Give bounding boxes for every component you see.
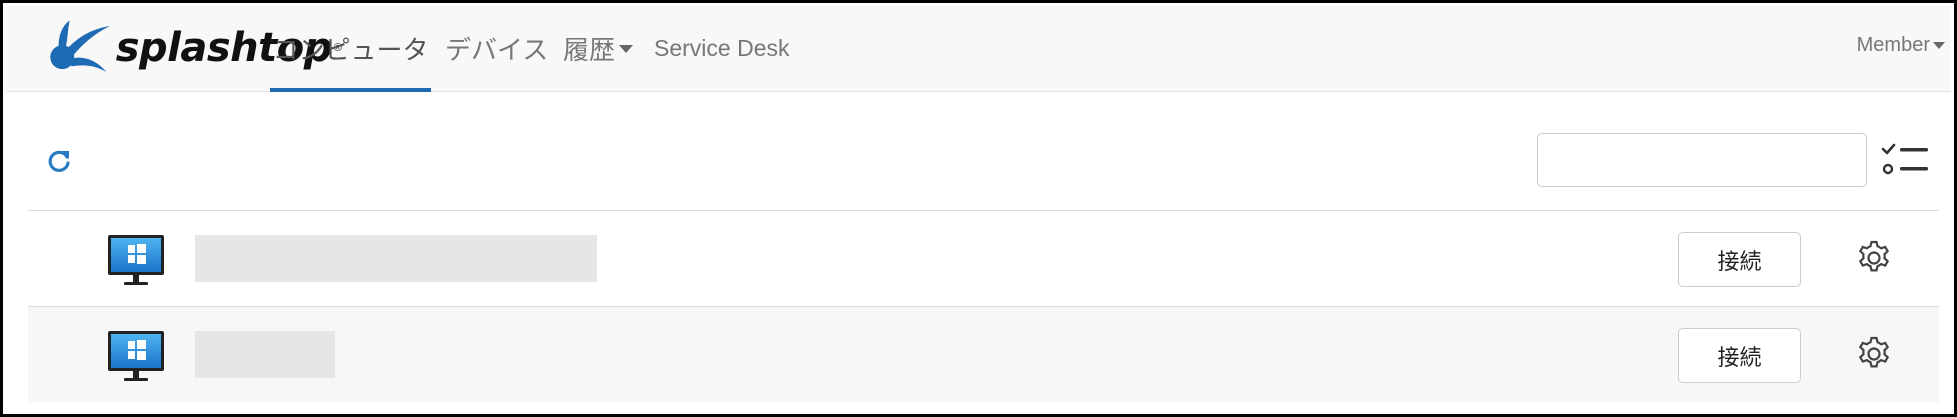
tab-service-desk[interactable]: Service Desk: [654, 6, 789, 91]
gear-icon[interactable]: [1855, 335, 1893, 373]
computer-name-redacted: [195, 235, 597, 282]
tab-history[interactable]: 履歴: [563, 6, 634, 91]
search-input[interactable]: [1537, 133, 1867, 187]
tab-devices-label: デバイス: [445, 35, 549, 65]
tab-history-label: 履歴: [563, 35, 616, 65]
windows-monitor-icon: [108, 331, 164, 381]
computer-row[interactable]: 接続: [28, 306, 1939, 402]
chevron-down-icon: [619, 44, 634, 53]
splashtop-logo-icon: [50, 20, 111, 72]
checklist-filter-icon[interactable]: [1880, 141, 1930, 179]
top-navbar: splashtop ® コンピュータ デバイス 履歴 Service Desk …: [6, 6, 1951, 92]
tab-service-desk-label: Service Desk: [654, 35, 790, 61]
tab-computers-label: コンピュータ: [272, 35, 429, 65]
tab-devices[interactable]: デバイス: [445, 6, 548, 91]
app-window: splashtop ® コンピュータ デバイス 履歴 Service Desk …: [0, 0, 1957, 417]
toolbar: [6, 91, 1951, 210]
tab-computers[interactable]: コンピュータ: [270, 6, 431, 92]
connect-button[interactable]: 接続: [1678, 232, 1801, 287]
computer-name-redacted: [195, 331, 335, 378]
refresh-icon[interactable]: [46, 148, 72, 174]
chevron-down-icon: [1933, 41, 1945, 49]
computer-row[interactable]: 接続: [28, 210, 1939, 306]
user-menu-label: Member: [1856, 33, 1930, 56]
user-menu[interactable]: Member: [1857, 6, 1945, 84]
gear-icon[interactable]: [1855, 239, 1893, 277]
connect-button[interactable]: 接続: [1678, 328, 1801, 383]
windows-monitor-icon: [108, 235, 164, 285]
